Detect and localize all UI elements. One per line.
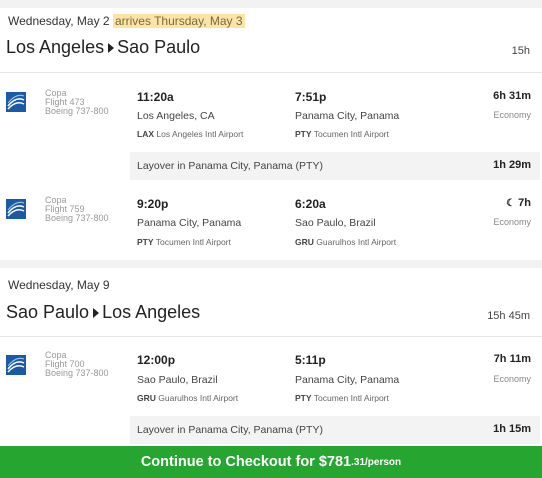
arrives-note: arrives Thursday, May 3 xyxy=(112,14,245,28)
depart-airport-code: LAX xyxy=(137,129,154,139)
segment-airline-info: Copa Flight 759 Boeing 737-800 xyxy=(45,196,109,223)
return-date: Wednesday, May 9 xyxy=(8,278,110,292)
divider xyxy=(0,72,542,73)
depart-time: 12:00p xyxy=(137,353,176,367)
arrive-airport-name: Tocumen Intl Airport xyxy=(313,393,389,403)
checkout-per-person: /person xyxy=(365,456,402,468)
segment-duration: 7h 11m xyxy=(493,353,531,365)
arrive-time: 7:51p xyxy=(295,90,327,104)
segment-airline-info: Copa Flight 473 Boeing 737-800 xyxy=(45,89,109,116)
cabin-class: Economy xyxy=(493,110,531,120)
checkout-price: $781 xyxy=(318,454,352,470)
cabin-class: Economy xyxy=(493,217,531,227)
outbound-origin: Los Angeles xyxy=(6,37,105,57)
depart-airport-code: PTY xyxy=(137,237,154,247)
arrive-airport-code: GRU xyxy=(295,237,314,247)
layover-banner: Layover in Panama City, Panama (PTY) 1h … xyxy=(130,416,540,444)
route-arrow-icon xyxy=(108,42,115,53)
outbound-date: Wednesday, May 2 arrives Thursday, May 3 xyxy=(8,14,245,28)
arrive-airport: PTY Tocumen Intl Airport xyxy=(295,129,389,139)
layover-duration: 1h 15m xyxy=(493,423,531,435)
depart-time: 9:20p xyxy=(137,197,169,211)
return-origin: Sao Paulo xyxy=(6,302,90,322)
arrive-time: 6:20a xyxy=(295,197,326,211)
arrive-airport: GRU Guarulhos Intl Airport xyxy=(295,237,396,247)
depart-airport-name: Los Angeles Intl Airport xyxy=(156,129,244,139)
arrive-airport-name: Tocumen Intl Airport xyxy=(313,129,389,139)
copa-airline-logo-icon xyxy=(6,355,26,375)
cabin-class: Economy xyxy=(493,374,531,384)
arrive-airport-code: PTY xyxy=(295,393,312,403)
outbound-date-text: Wednesday, May 2 xyxy=(8,14,110,28)
arrive-time: 5:11p xyxy=(295,353,326,367)
layover-text: Layover in Panama City, Panama (PTY) xyxy=(137,160,323,172)
copa-airline-logo-icon xyxy=(6,199,26,219)
copa-airline-logo-icon xyxy=(6,92,26,112)
depart-airport-name: Tocumen Intl Airport xyxy=(155,237,231,247)
aircraft-type: Boeing 737-800 xyxy=(45,106,109,116)
checkout-price-cents: .31 xyxy=(351,456,366,468)
depart-time: 11:20a xyxy=(137,90,174,104)
return-destination: Los Angeles xyxy=(102,302,201,322)
depart-city: Panama City, Panama xyxy=(137,217,242,229)
segment-airline-info: Copa Flight 700 Boeing 737-800 xyxy=(45,351,109,378)
return-route-title: Sao Paulo Los Angeles xyxy=(6,302,200,323)
depart-airport: LAX Los Angeles Intl Airport xyxy=(137,129,243,139)
arrive-city: Panama City, Panama xyxy=(295,110,400,122)
outbound-total-duration: 15h xyxy=(511,45,530,57)
aircraft-type: Boeing 737-800 xyxy=(45,213,109,223)
depart-airport: GRU Guarulhos Intl Airport xyxy=(137,393,238,403)
arrive-airport-name: Guarulhos Intl Airport xyxy=(316,237,397,247)
depart-city: Los Angeles, CA xyxy=(137,110,215,122)
depart-airport: PTY Tocumen Intl Airport xyxy=(137,237,231,247)
segment-duration: ☾ 7h xyxy=(506,197,531,209)
aircraft-type: Boeing 737-800 xyxy=(45,368,109,378)
outbound-destination: Sao Paulo xyxy=(117,37,201,57)
divider xyxy=(0,336,542,337)
arrive-airport: PTY Tocumen Intl Airport xyxy=(295,393,389,403)
layover-duration: 1h 29m xyxy=(493,159,531,171)
arrive-airport-code: PTY xyxy=(295,129,312,139)
arrive-city: Panama City, Panama xyxy=(295,374,400,386)
continue-to-checkout-button[interactable]: Continue to Checkout for $781.31/person xyxy=(0,446,542,478)
route-arrow-icon xyxy=(93,307,100,318)
layover-text: Layover in Panama City, Panama (PTY) xyxy=(137,424,323,436)
segment-duration: 6h 31m xyxy=(493,90,531,102)
outbound-trip-card: Wednesday, May 2 arrives Thursday, May 3… xyxy=(0,8,542,260)
depart-city: Sao Paulo, Brazil xyxy=(137,374,218,386)
return-total-duration: 15h 45m xyxy=(487,310,530,322)
outbound-route-title: Los Angeles Sao Paulo xyxy=(6,37,200,58)
checkout-label: Continue to Checkout for xyxy=(140,454,315,470)
depart-airport-name: Guarulhos Intl Airport xyxy=(158,393,239,403)
segment-duration-text: 7h xyxy=(518,197,531,209)
arrive-city: Sao Paulo, Brazil xyxy=(295,217,376,229)
moon-icon: ☾ xyxy=(506,198,516,209)
layover-banner: Layover in Panama City, Panama (PTY) 1h … xyxy=(130,152,540,180)
depart-airport-code: GRU xyxy=(137,393,156,403)
